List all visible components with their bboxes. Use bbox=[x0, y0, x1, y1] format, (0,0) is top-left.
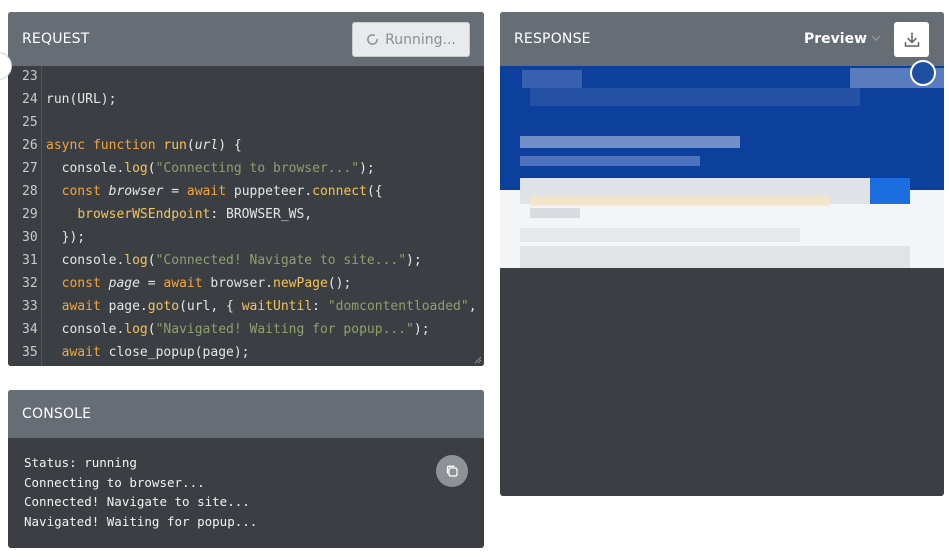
line-number: 35 bbox=[22, 345, 38, 360]
code-text: await page.goto(url, { waitUntil: "domco… bbox=[61, 299, 477, 314]
resize-grip-icon[interactable] bbox=[474, 356, 482, 364]
code-text: const browser = await puppeteer.connect(… bbox=[61, 184, 383, 199]
console-header: CONSOLE bbox=[8, 390, 484, 438]
console-line: Navigated! Waiting for popup... bbox=[24, 514, 258, 530]
line-number: 27 bbox=[22, 161, 38, 176]
run-button-label: Running... bbox=[385, 31, 456, 48]
code-text: const page = await browser.newPage(); bbox=[61, 276, 352, 291]
code-text: browserWSEndpoint: BROWSER_WS, bbox=[77, 207, 313, 222]
line-number: 26 bbox=[22, 138, 38, 153]
code-text: console.log("Navigated! Waiting for popu… bbox=[46, 322, 430, 337]
request-panel: REQUEST Running... 23 24 run(URL); 25 26 asyn… bbox=[8, 12, 484, 366]
console-title: CONSOLE bbox=[22, 406, 92, 422]
console-line: Connected! Navigate to site... bbox=[24, 494, 250, 510]
line-number: 31 bbox=[22, 253, 38, 268]
response-panel: RESPONSE Preview bbox=[500, 12, 944, 496]
run-button[interactable]: Running... bbox=[352, 22, 470, 57]
code-text: console.log("Connected! Navigate to site… bbox=[46, 253, 422, 268]
info-badge-icon[interactable] bbox=[910, 60, 936, 86]
line-number: 23 bbox=[22, 69, 38, 84]
spinner-icon bbox=[367, 34, 379, 45]
code-text: run(URL); bbox=[46, 92, 117, 107]
copy-button[interactable] bbox=[436, 455, 468, 487]
console-panel: CONSOLE Status: running Connecting to bro… bbox=[8, 390, 484, 548]
line-number: 25 bbox=[22, 115, 38, 130]
response-title: RESPONSE bbox=[514, 31, 591, 47]
response-preview-image bbox=[500, 66, 944, 268]
line-number: 34 bbox=[22, 322, 38, 337]
chevron-down-icon[interactable] bbox=[870, 32, 882, 44]
download-button[interactable] bbox=[894, 22, 929, 57]
line-number: 24 bbox=[22, 92, 38, 107]
line-number: 30 bbox=[22, 230, 38, 245]
console-line: Connecting to browser... bbox=[24, 474, 205, 490]
code-editor[interactable]: 23 24 run(URL); 25 26 async function run(url)… bbox=[8, 66, 484, 366]
gutter-divider bbox=[41, 66, 42, 366]
preview-dropdown-label[interactable]: Preview bbox=[804, 31, 867, 47]
line-number: 33 bbox=[22, 299, 38, 314]
download-icon bbox=[904, 31, 919, 47]
console-line: Status: running bbox=[24, 455, 137, 470]
line-number: 32 bbox=[22, 276, 38, 291]
code-text: await close_popup(page); bbox=[61, 345, 250, 360]
console-output: Status: running Connecting to browser... C… bbox=[8, 438, 484, 548]
code-text: async function run(url) { bbox=[46, 138, 242, 153]
copy-icon bbox=[446, 465, 458, 477]
code-text: }); bbox=[46, 230, 86, 245]
line-number: 28 bbox=[22, 184, 38, 199]
request-title: REQUEST bbox=[22, 31, 90, 47]
code-text: console.log("Connecting to browser..."); bbox=[46, 161, 375, 176]
request-header: REQUEST Running... bbox=[8, 12, 484, 66]
line-number: 29 bbox=[22, 207, 38, 222]
